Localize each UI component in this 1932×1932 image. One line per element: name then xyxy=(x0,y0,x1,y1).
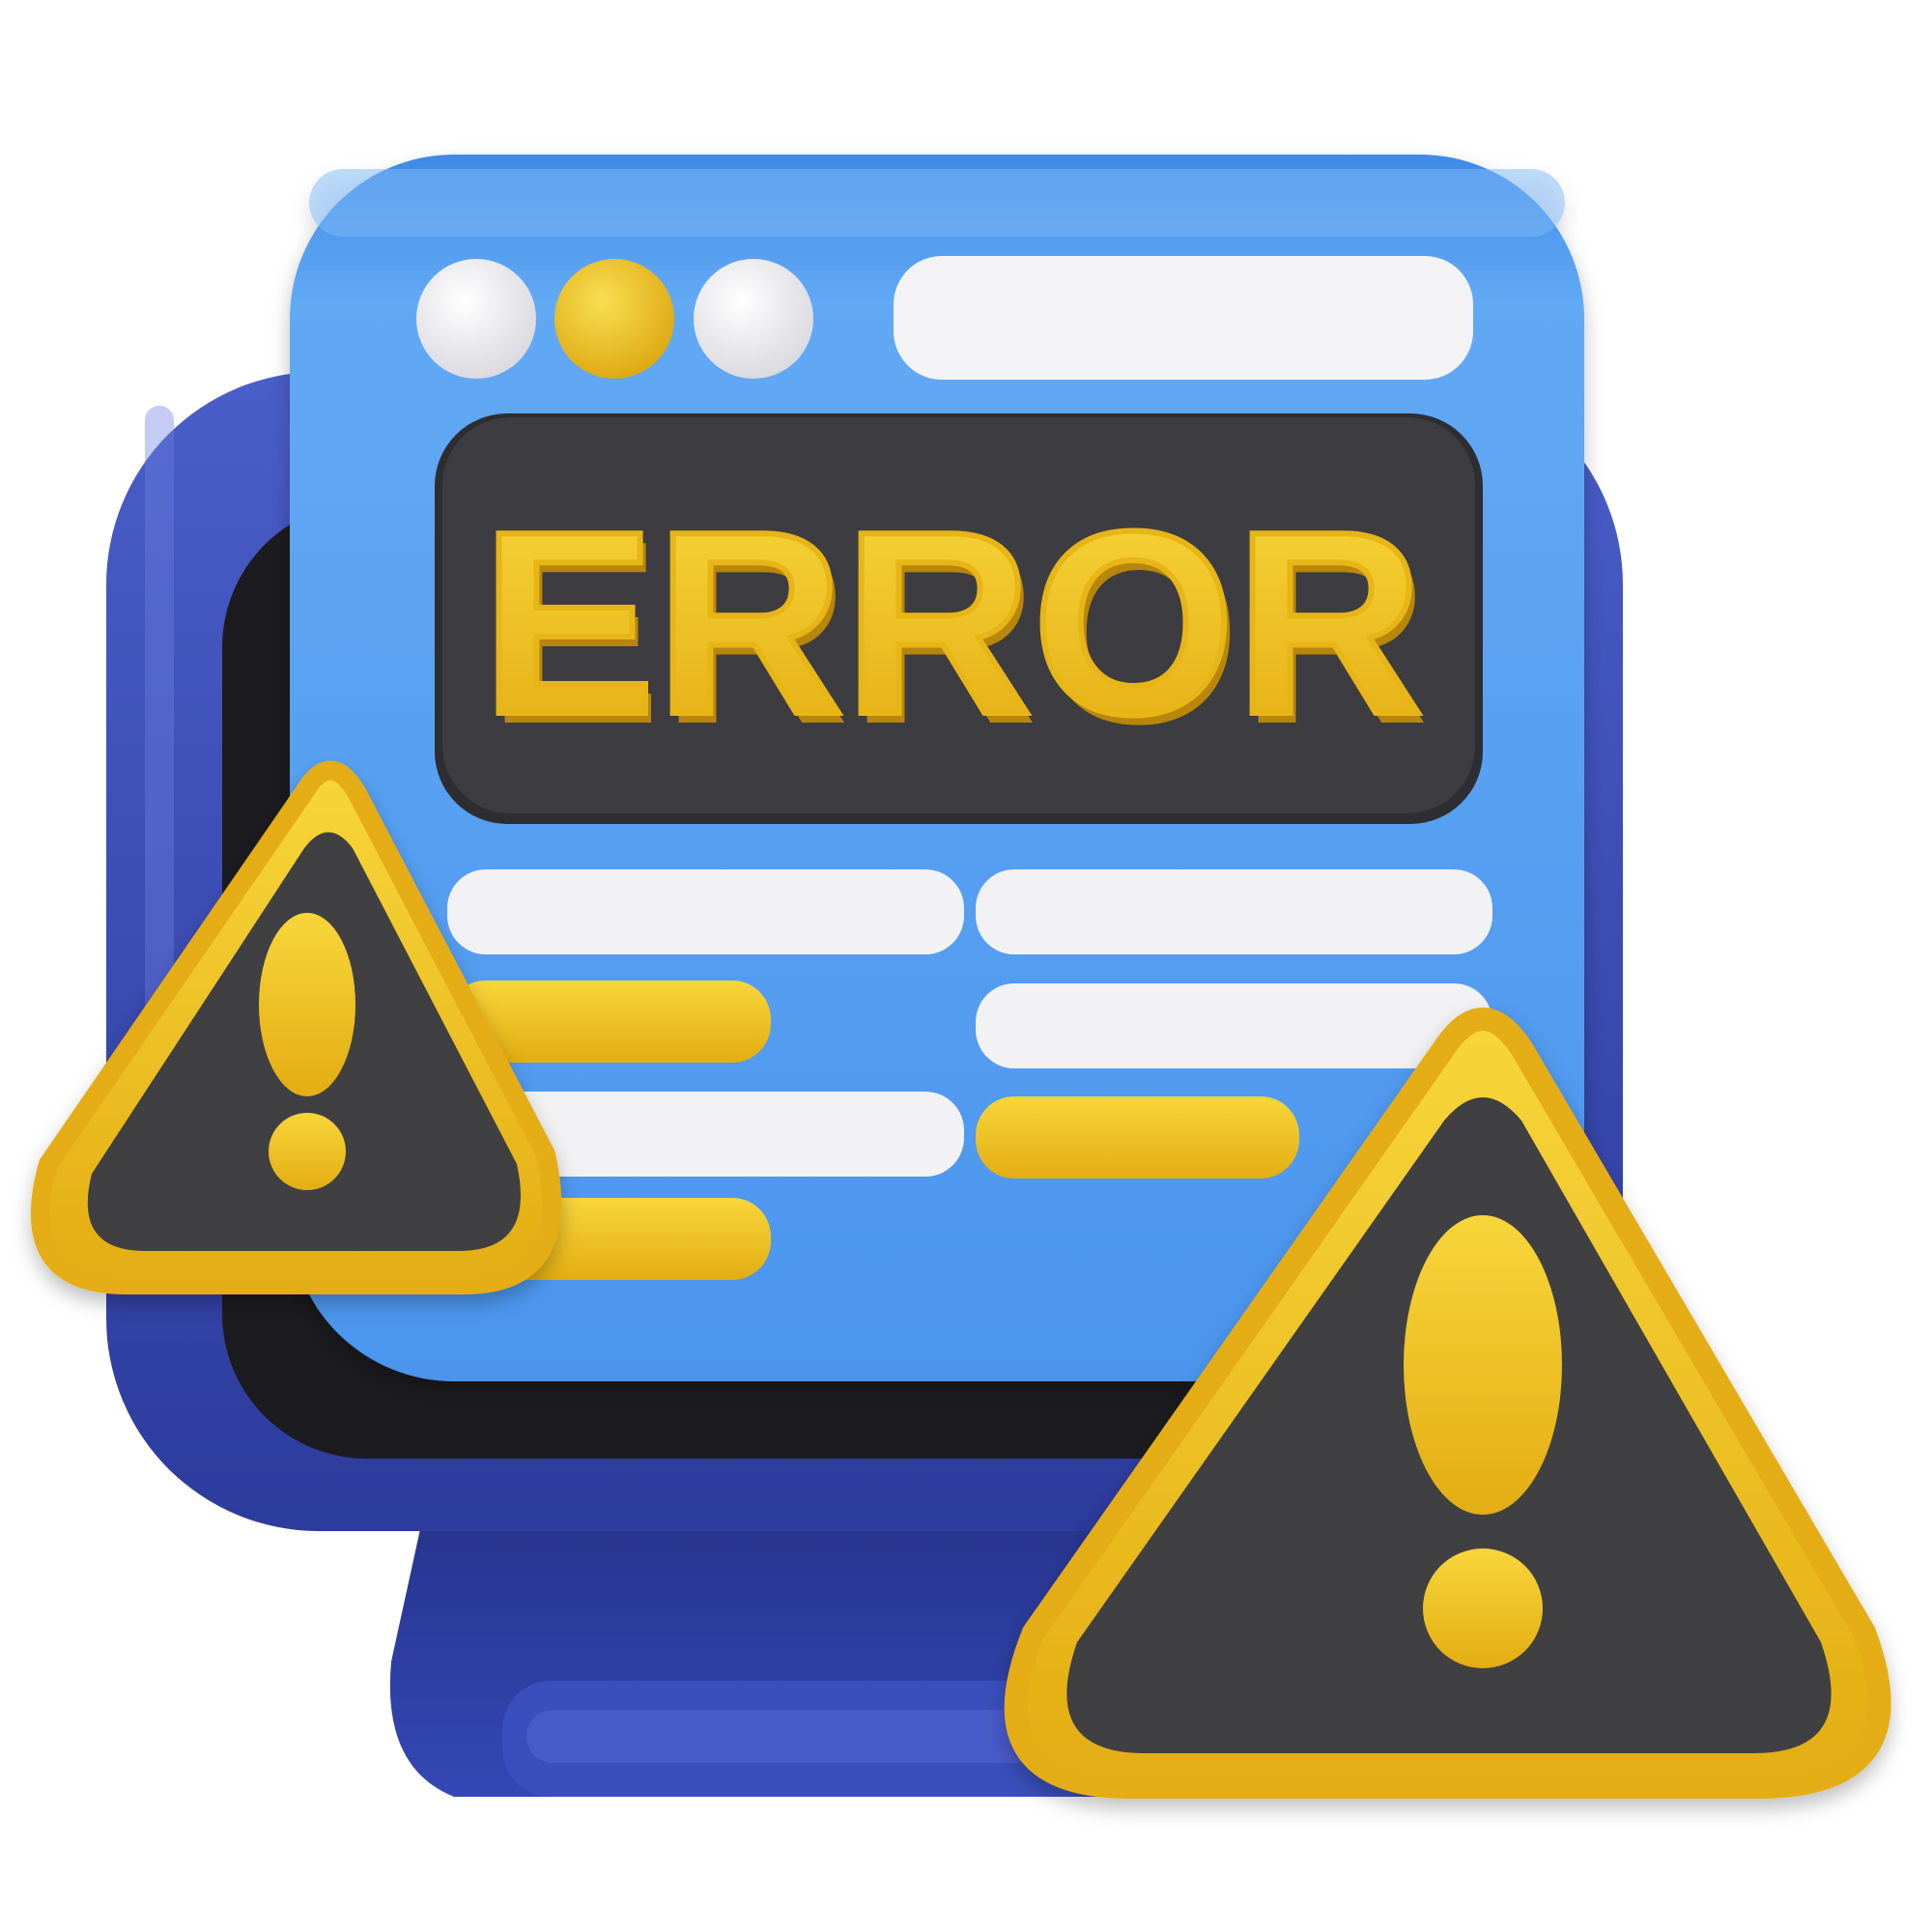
exclamation-dot xyxy=(269,1113,346,1190)
maximize-dot xyxy=(694,259,813,379)
exclamation-mark xyxy=(1404,1215,1562,1515)
error-illustration: ERROR ERROR xyxy=(0,0,1932,1932)
close-dot xyxy=(416,259,536,379)
content-line xyxy=(976,869,1492,954)
exclamation-dot xyxy=(1423,1548,1543,1668)
error-title: ERROR xyxy=(481,478,1423,769)
window-controls xyxy=(416,259,813,379)
minimize-dot xyxy=(554,259,674,379)
address-bar xyxy=(894,256,1473,380)
content-line xyxy=(447,869,964,954)
error-banner: ERROR ERROR xyxy=(435,413,1483,824)
exclamation-mark xyxy=(259,913,355,1096)
error-illustration-svg: ERROR ERROR xyxy=(31,155,1891,1799)
content-line xyxy=(976,1096,1299,1179)
content-line xyxy=(976,983,1492,1068)
